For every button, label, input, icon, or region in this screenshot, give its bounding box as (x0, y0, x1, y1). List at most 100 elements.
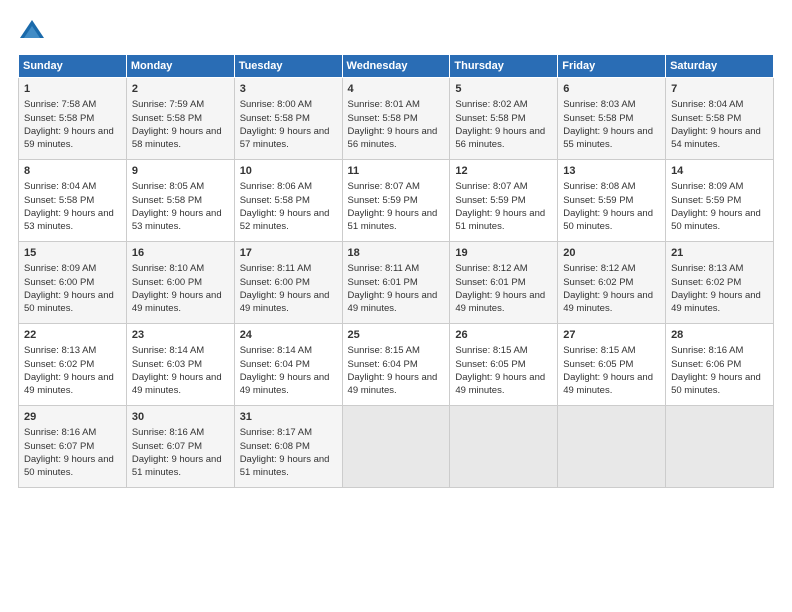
cell-text: Sunrise: 8:02 AM (455, 98, 552, 111)
calendar-cell: 6Sunrise: 8:03 AMSunset: 5:58 PMDaylight… (558, 78, 666, 160)
cell-text: Daylight: 9 hours and 50 minutes. (24, 453, 121, 480)
logo (18, 18, 46, 46)
cell-text: Sunset: 6:01 PM (348, 276, 445, 289)
cell-text: Sunrise: 8:03 AM (563, 98, 660, 111)
calendar-week-row: 29Sunrise: 8:16 AMSunset: 6:07 PMDayligh… (19, 406, 774, 488)
cell-text: Sunrise: 8:16 AM (671, 344, 768, 357)
day-number: 22 (24, 328, 121, 343)
day-number: 25 (348, 328, 445, 343)
cell-text: Sunset: 6:04 PM (240, 358, 337, 371)
calendar-cell: 11Sunrise: 8:07 AMSunset: 5:59 PMDayligh… (342, 160, 450, 242)
calendar-cell: 29Sunrise: 8:16 AMSunset: 6:07 PMDayligh… (19, 406, 127, 488)
calendar-cell: 19Sunrise: 8:12 AMSunset: 6:01 PMDayligh… (450, 242, 558, 324)
cell-text: Sunset: 6:00 PM (132, 276, 229, 289)
day-number: 11 (348, 164, 445, 179)
cell-text: Sunrise: 8:12 AM (455, 262, 552, 275)
cell-text: Sunrise: 8:13 AM (24, 344, 121, 357)
calendar-week-row: 22Sunrise: 8:13 AMSunset: 6:02 PMDayligh… (19, 324, 774, 406)
day-number: 20 (563, 246, 660, 261)
calendar-cell (666, 406, 774, 488)
cell-text: Sunrise: 8:08 AM (563, 180, 660, 193)
cell-text: Sunrise: 8:14 AM (132, 344, 229, 357)
cell-text: Sunset: 5:59 PM (455, 194, 552, 207)
cell-text: Sunrise: 8:15 AM (348, 344, 445, 357)
cell-text: Sunrise: 7:59 AM (132, 98, 229, 111)
day-number: 13 (563, 164, 660, 179)
cell-text: Daylight: 9 hours and 49 minutes. (132, 289, 229, 316)
day-number: 12 (455, 164, 552, 179)
cell-text: Sunset: 5:59 PM (348, 194, 445, 207)
cell-text: Sunset: 5:58 PM (240, 194, 337, 207)
cell-text: Sunset: 6:08 PM (240, 440, 337, 453)
day-number: 28 (671, 328, 768, 343)
cell-text: Sunrise: 8:10 AM (132, 262, 229, 275)
calendar-cell: 21Sunrise: 8:13 AMSunset: 6:02 PMDayligh… (666, 242, 774, 324)
day-number: 26 (455, 328, 552, 343)
day-number: 23 (132, 328, 229, 343)
calendar-cell: 17Sunrise: 8:11 AMSunset: 6:00 PMDayligh… (234, 242, 342, 324)
page: SundayMondayTuesdayWednesdayThursdayFrid… (0, 0, 792, 612)
calendar-cell: 1Sunrise: 7:58 AMSunset: 5:58 PMDaylight… (19, 78, 127, 160)
cell-text: Sunset: 6:05 PM (455, 358, 552, 371)
cell-text: Sunset: 6:02 PM (563, 276, 660, 289)
cell-text: Daylight: 9 hours and 49 minutes. (348, 289, 445, 316)
day-number: 10 (240, 164, 337, 179)
cell-text: Sunset: 6:02 PM (671, 276, 768, 289)
cell-text: Daylight: 9 hours and 54 minutes. (671, 125, 768, 152)
cell-text: Daylight: 9 hours and 50 minutes. (671, 207, 768, 234)
calendar-cell (342, 406, 450, 488)
cell-text: Sunset: 6:03 PM (132, 358, 229, 371)
cell-text: Daylight: 9 hours and 52 minutes. (240, 207, 337, 234)
weekday-header: Friday (558, 55, 666, 78)
cell-text: Sunset: 6:06 PM (671, 358, 768, 371)
cell-text: Daylight: 9 hours and 49 minutes. (132, 371, 229, 398)
calendar-cell: 23Sunrise: 8:14 AMSunset: 6:03 PMDayligh… (126, 324, 234, 406)
cell-text: Daylight: 9 hours and 49 minutes. (455, 371, 552, 398)
day-number: 16 (132, 246, 229, 261)
cell-text: Daylight: 9 hours and 50 minutes. (24, 289, 121, 316)
day-number: 1 (24, 82, 121, 97)
weekday-header: Sunday (19, 55, 127, 78)
cell-text: Sunset: 6:05 PM (563, 358, 660, 371)
calendar-cell: 27Sunrise: 8:15 AMSunset: 6:05 PMDayligh… (558, 324, 666, 406)
cell-text: Sunset: 5:58 PM (348, 112, 445, 125)
cell-text: Sunrise: 8:13 AM (671, 262, 768, 275)
cell-text: Sunset: 5:58 PM (24, 112, 121, 125)
cell-text: Sunset: 5:59 PM (563, 194, 660, 207)
cell-text: Sunrise: 8:01 AM (348, 98, 445, 111)
calendar-cell (558, 406, 666, 488)
cell-text: Sunset: 5:58 PM (24, 194, 121, 207)
calendar-cell: 4Sunrise: 8:01 AMSunset: 5:58 PMDaylight… (342, 78, 450, 160)
cell-text: Daylight: 9 hours and 50 minutes. (671, 371, 768, 398)
cell-text: Sunset: 6:01 PM (455, 276, 552, 289)
cell-text: Sunset: 5:59 PM (671, 194, 768, 207)
weekday-header: Thursday (450, 55, 558, 78)
calendar-cell: 20Sunrise: 8:12 AMSunset: 6:02 PMDayligh… (558, 242, 666, 324)
cell-text: Sunrise: 8:06 AM (240, 180, 337, 193)
calendar-cell: 22Sunrise: 8:13 AMSunset: 6:02 PMDayligh… (19, 324, 127, 406)
calendar-week-row: 8Sunrise: 8:04 AMSunset: 5:58 PMDaylight… (19, 160, 774, 242)
cell-text: Daylight: 9 hours and 49 minutes. (348, 371, 445, 398)
day-number: 17 (240, 246, 337, 261)
cell-text: Sunset: 6:00 PM (24, 276, 121, 289)
cell-text: Daylight: 9 hours and 51 minutes. (240, 453, 337, 480)
cell-text: Sunrise: 8:15 AM (455, 344, 552, 357)
calendar-cell: 30Sunrise: 8:16 AMSunset: 6:07 PMDayligh… (126, 406, 234, 488)
calendar-week-row: 1Sunrise: 7:58 AMSunset: 5:58 PMDaylight… (19, 78, 774, 160)
day-number: 24 (240, 328, 337, 343)
cell-text: Sunrise: 8:07 AM (455, 180, 552, 193)
cell-text: Sunrise: 8:05 AM (132, 180, 229, 193)
day-number: 18 (348, 246, 445, 261)
day-number: 29 (24, 410, 121, 425)
cell-text: Daylight: 9 hours and 49 minutes. (24, 371, 121, 398)
cell-text: Daylight: 9 hours and 51 minutes. (132, 453, 229, 480)
cell-text: Sunrise: 8:16 AM (132, 426, 229, 439)
cell-text: Daylight: 9 hours and 58 minutes. (132, 125, 229, 152)
cell-text: Daylight: 9 hours and 56 minutes. (455, 125, 552, 152)
calendar-cell: 25Sunrise: 8:15 AMSunset: 6:04 PMDayligh… (342, 324, 450, 406)
cell-text: Sunrise: 8:04 AM (671, 98, 768, 111)
calendar-header-row: SundayMondayTuesdayWednesdayThursdayFrid… (19, 55, 774, 78)
weekday-header: Monday (126, 55, 234, 78)
cell-text: Sunrise: 8:11 AM (240, 262, 337, 275)
calendar-cell: 14Sunrise: 8:09 AMSunset: 5:59 PMDayligh… (666, 160, 774, 242)
